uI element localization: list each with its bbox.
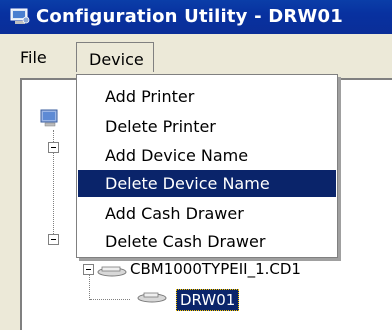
menu-item-delete-cash-drawer[interactable]: Delete Cash Drawer [78,228,336,255]
menu-device-label: Device [89,50,144,69]
menu-bar: File Device [0,34,392,74]
printer-node-expander[interactable] [83,264,94,275]
tree-connector [90,299,130,300]
menu-item-add-device-name[interactable]: Add Device Name [78,142,336,169]
app-icon [10,8,30,24]
menu-item-add-printer[interactable]: Add Printer [78,83,336,110]
printer-node-label[interactable]: CBM1000TYPEII_1.CD1 [130,260,301,278]
menu-file[interactable]: File [20,48,47,67]
window-title: Configuration Utility - DRW01 [36,6,343,27]
printer-icon [97,266,127,277]
computer-icon [40,109,58,127]
menu-item-add-cash-drawer[interactable]: Add Cash Drawer [78,200,336,227]
menu-item-delete-printer[interactable]: Delete Printer [78,113,336,140]
title-bar[interactable]: Configuration Utility - DRW01 [0,0,392,34]
menu-item-delete-device-name[interactable]: Delete Device Name [78,170,336,197]
tree-expander[interactable] [48,142,59,153]
drawer-node-label[interactable]: DRW01 [176,289,240,311]
device-dropdown-menu: Add Printer Delete Printer Add Device Na… [76,74,338,258]
tree-expander[interactable] [48,234,59,245]
menu-device[interactable]: Device [76,42,154,72]
cash-drawer-icon [137,292,167,303]
